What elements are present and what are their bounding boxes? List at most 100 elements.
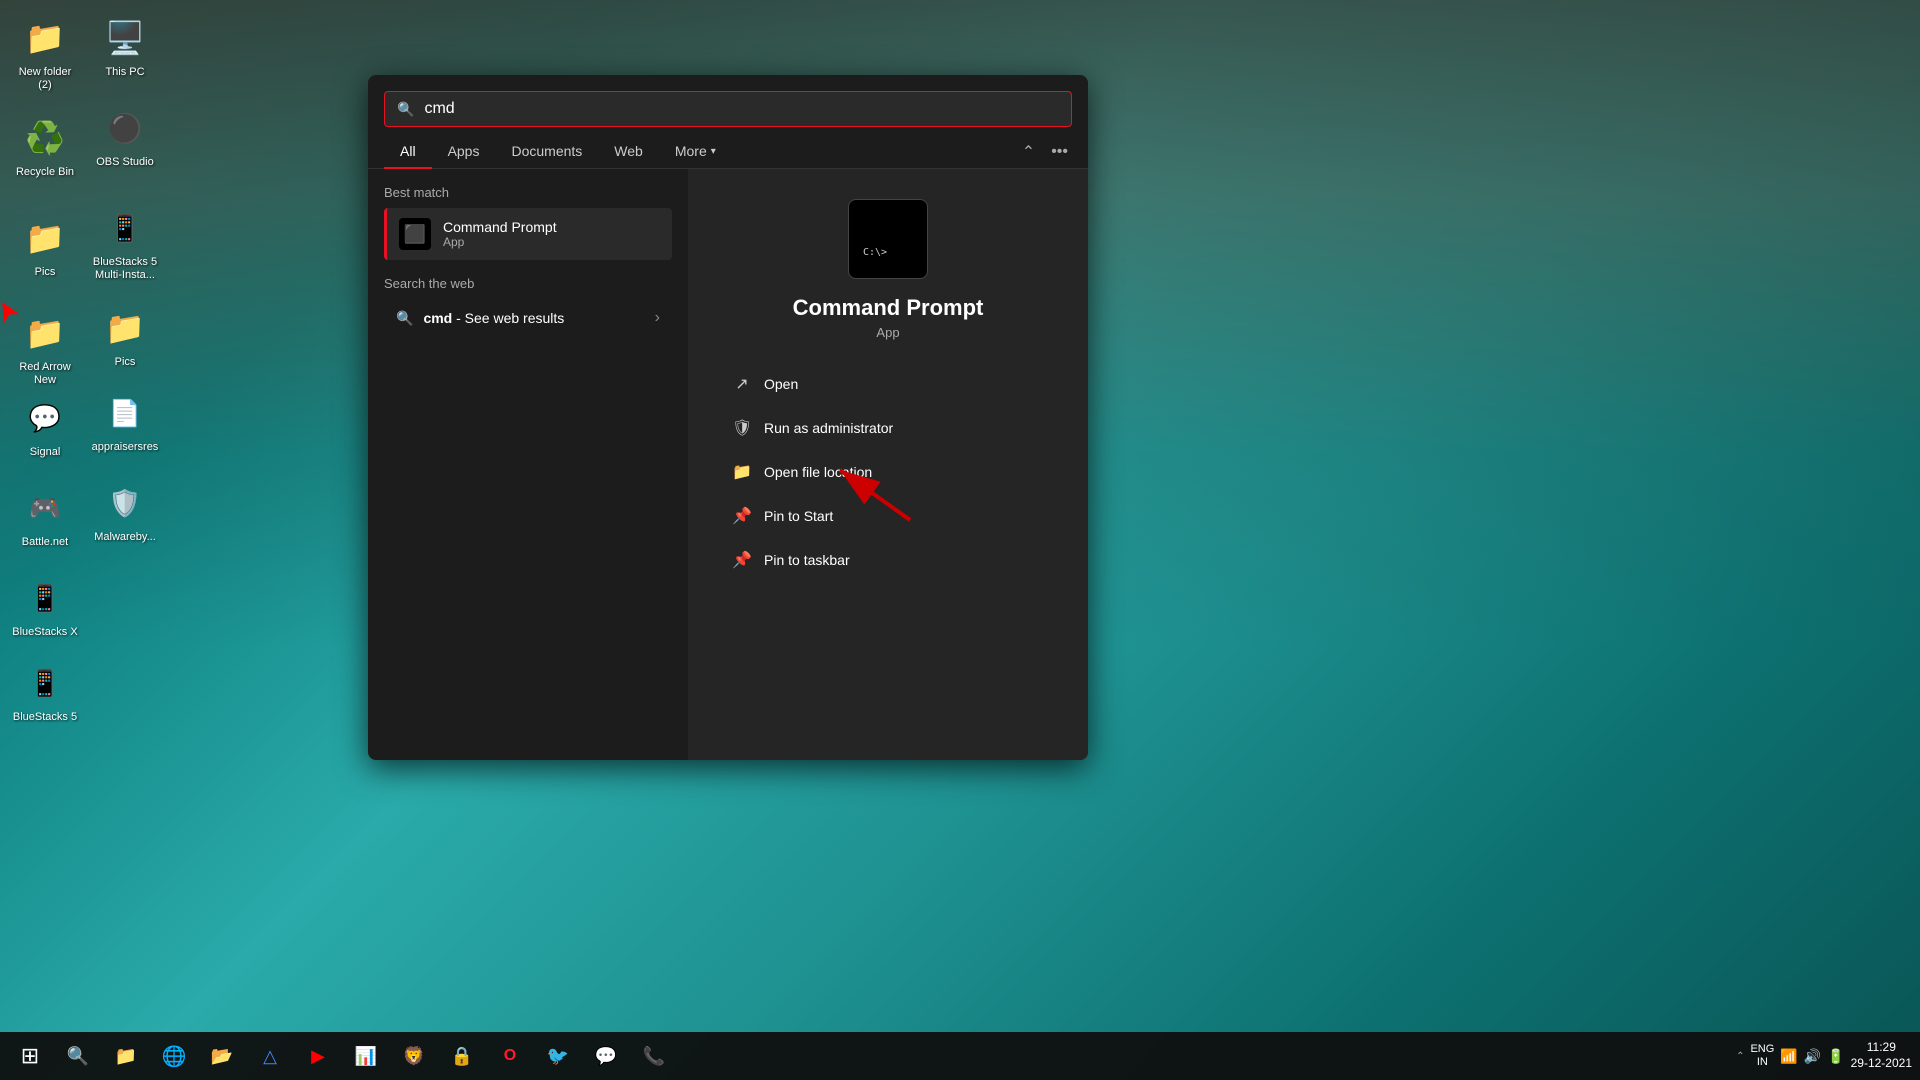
folder-icon: 📁 (21, 309, 69, 357)
pin-icon: 📌 (732, 506, 752, 526)
action-open[interactable]: ↗ Open (718, 364, 1058, 404)
clock-time: 11:29 (1851, 1040, 1912, 1056)
main-content: Best match ⬛ Command Prompt App Search t… (368, 169, 1088, 760)
taskbar: ⊞ 🔍 📁 🌐 📂 △ ▶ 📊 🦁 🔒 O 🐦 💬 (0, 1032, 1920, 1080)
web-search-item[interactable]: 🔍 cmd - See web results › (384, 299, 672, 337)
more-options-icon[interactable]: ••• (1047, 139, 1072, 165)
taskbar-left: ⊞ 🔍 📁 🌐 📂 △ ▶ 📊 🦁 🔒 O 🐦 💬 (0, 1034, 1728, 1078)
taskbar-bitdefender-button[interactable]: 🔒 (440, 1034, 484, 1078)
desktop-icon-label: Signal (30, 446, 61, 459)
app-preview-name: Command Prompt (793, 295, 984, 321)
desktop-icon-label: Pics (35, 266, 56, 279)
battery-icon[interactable]: 🔋 (1827, 1048, 1844, 1065)
app-type: App (443, 235, 557, 249)
language-indicator: ENGIN (1750, 1043, 1774, 1069)
desktop-icon-new-folder[interactable]: 📁 New folder(2) (5, 10, 85, 96)
desktop-icon-label: appraisersres (92, 441, 159, 454)
search-input[interactable]: cmd (424, 100, 1059, 118)
action-pin-to-start[interactable]: 📌 Pin to Start (718, 496, 1058, 536)
bluestacks5b-icon: 📱 (21, 659, 69, 707)
app-preview-icon: C:\> (848, 199, 928, 279)
desktop-icon-bluestacksx[interactable]: 📱 BlueStacks X (5, 570, 85, 643)
admin-icon: 🛡 (732, 418, 752, 438)
right-panel: C:\> Command Prompt App ↗ Open 🛡 Run as (688, 169, 1088, 760)
desktop-icon-label: OBS Studio (96, 156, 153, 169)
desktop-icon-this-pc[interactable]: 🖥️ This PC (85, 10, 165, 83)
desktop-icon-label: Malwareby... (94, 531, 156, 544)
desktop-icon-label: BlueStacks 5Multi-Insta... (93, 256, 157, 282)
desktop-icon-label: Recycle Bin (16, 166, 74, 179)
malwarebytes-icon: 🛡️ (101, 479, 149, 527)
desktop-icon-label: Battle.net (22, 536, 68, 549)
desktop-icon-pics[interactable]: 📁 Pics (5, 210, 85, 283)
folder-open-icon: 📁 (732, 462, 752, 482)
desktop-icon-pics2[interactable]: 📁 Pics (85, 300, 165, 373)
folder-icon: 📁 (21, 214, 69, 262)
search-bar: 🔍 cmd (368, 75, 1088, 127)
start-button[interactable]: ⊞ (8, 1034, 52, 1078)
desktop-icon-red-arrow-new[interactable]: 📁 Red ArrowNew ➤ (5, 305, 85, 391)
share-icon[interactable]: ⌃ (1018, 138, 1039, 166)
taskbar-file-explorer-button[interactable]: 📁 (104, 1034, 148, 1078)
search-web-icon: 🔍 (396, 310, 413, 327)
taskbar-opera-button[interactable]: O (488, 1034, 532, 1078)
action-pin-to-taskbar[interactable]: 📌 Pin to taskbar (718, 540, 1058, 580)
tab-more[interactable]: More ▾ (659, 135, 732, 169)
desktop-icon-malwarebytes[interactable]: 🛡️ Malwareby... (85, 475, 165, 548)
app-info: Command Prompt App (443, 219, 557, 249)
taskbar-youtube-button[interactable]: ▶ (296, 1034, 340, 1078)
volume-icon[interactable]: 🔊 (1804, 1048, 1821, 1065)
cmd-icon-inner: C:\> (859, 216, 917, 262)
taskbar-files-button[interactable]: 📂 (200, 1034, 244, 1078)
desktop-icon-bluestacks5[interactable]: 📱 BlueStacks 5Multi-Insta... (85, 200, 165, 286)
taskbar-discord-button[interactable]: 💬 (584, 1034, 628, 1078)
doc-icon: 📄 (101, 389, 149, 437)
folder-icon: 📁 (101, 304, 149, 352)
open-icon: ↗ (732, 374, 752, 394)
desktop-icon-bluestacks5b[interactable]: 📱 BlueStacks 5 (5, 655, 85, 728)
desktop-icon-label: New folder(2) (19, 66, 72, 92)
search-input-wrapper[interactable]: 🔍 cmd (384, 91, 1072, 127)
tray-chevron[interactable]: ⌃ (1736, 1051, 1744, 1062)
desktop-icon-label: Pics (115, 356, 136, 369)
left-panel: Best match ⬛ Command Prompt App Search t… (368, 169, 688, 760)
system-clock[interactable]: 11:29 29-12-2021 (1851, 1040, 1912, 1071)
computer-icon: 🖥️ (101, 14, 149, 62)
cmd-app-icon: ⬛ (399, 218, 431, 250)
folder-icon: 📁 (21, 14, 69, 62)
filter-tabs: All Apps Documents Web More ▾ ⌃ ••• (368, 127, 1088, 169)
taskbar-brave-button[interactable]: 🦁 (392, 1034, 436, 1078)
taskbar-twitter-button[interactable]: 🐦 (536, 1034, 580, 1078)
desktop-icon-label: BlueStacks 5 (13, 711, 77, 724)
tab-documents[interactable]: Documents (495, 135, 598, 169)
desktop-icon-recycle-bin[interactable]: ♻️ Recycle Bin (5, 110, 85, 183)
signal-icon: 💬 (21, 394, 69, 442)
web-search-text: cmd - See web results (423, 310, 564, 326)
app-preview-type: App (876, 325, 899, 340)
desktop-icon-obs-studio[interactable]: ⚫ OBS Studio (85, 100, 165, 173)
taskbar-chrome-button[interactable]: 🌐 (152, 1034, 196, 1078)
tab-apps[interactable]: Apps (432, 135, 496, 169)
recycle-bin-icon: ♻️ (21, 114, 69, 162)
desktop-icon-appraisers[interactable]: 📄 appraisersres (85, 385, 165, 458)
best-match-label: Best match (384, 185, 672, 200)
taskbar-excel-button[interactable]: 📊 (344, 1034, 388, 1078)
action-run-as-admin[interactable]: 🛡 Run as administrator (718, 408, 1058, 448)
tab-all[interactable]: All (384, 135, 432, 169)
desktop-icon-signal[interactable]: 💬 Signal (5, 390, 85, 463)
action-open-file-location[interactable]: 📁 Open file location (718, 452, 1058, 492)
battlenet-icon: 🎮 (21, 484, 69, 532)
desktop-icon-battlenet[interactable]: 🎮 Battle.net (5, 480, 85, 553)
desktop-icon-label: Red ArrowNew (19, 361, 70, 387)
tab-web[interactable]: Web (598, 135, 659, 169)
chevron-down-icon: ▾ (711, 146, 716, 157)
start-menu: 🔍 cmd All Apps Documents Web More ▾ ⌃ ••… (368, 75, 1088, 760)
taskbar-search-button[interactable]: 🔍 (56, 1034, 100, 1078)
wifi-icon[interactable]: 📶 (1780, 1048, 1797, 1065)
best-match-item[interactable]: ⬛ Command Prompt App (384, 208, 672, 260)
obs-icon: ⚫ (101, 104, 149, 152)
taskbar-drive-button[interactable]: △ (248, 1034, 292, 1078)
desktop-icon-label: BlueStacks X (12, 626, 77, 639)
app-name: Command Prompt (443, 219, 557, 235)
taskbar-whatsapp-button[interactable]: 📞 (632, 1034, 676, 1078)
